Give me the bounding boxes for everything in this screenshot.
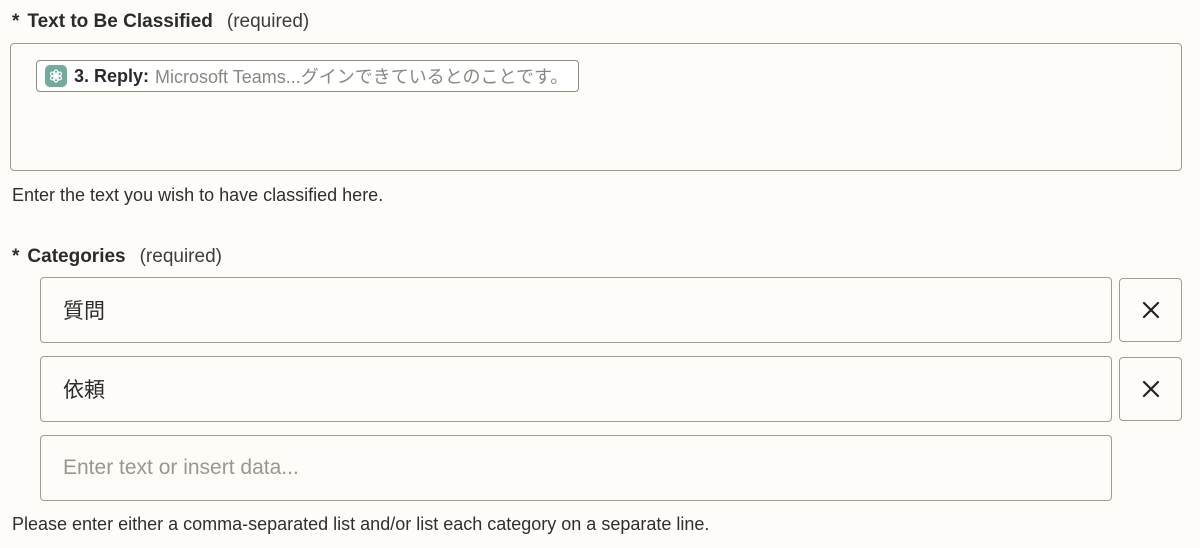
required-note: (required) [139, 246, 222, 267]
required-marker: * [12, 246, 20, 267]
close-icon [1142, 301, 1159, 319]
text-to-classify-input[interactable]: 3. Reply: Microsoft Teams...グインできているとのこと… [10, 43, 1182, 171]
text-field-label: * Text to Be Classified (required) [12, 10, 309, 34]
close-icon [1142, 380, 1159, 398]
categories-field-hint: Please enter either a comma-separated li… [12, 514, 710, 534]
required-marker: * [12, 11, 20, 32]
token-step-label: 3. Reply: [74, 65, 150, 86]
remove-category-button[interactable] [1119, 357, 1182, 421]
text-field-hint: Enter the text you wish to have classifi… [12, 185, 384, 205]
category-input[interactable]: 依頼 [40, 356, 1112, 422]
category-input[interactable]: 質問 [40, 277, 1112, 343]
data-token-pill[interactable]: 3. Reply: Microsoft Teams...グインできているとのこと… [36, 60, 580, 92]
text-field-label-name: Text to Be Classified [27, 11, 213, 32]
required-note: (required) [226, 11, 310, 32]
new-category-input[interactable]: Enter text or insert data... [40, 435, 1112, 501]
categories-field-label-name: Categories [27, 246, 126, 267]
categories-field-label: * Categories (required) [12, 245, 222, 269]
openai-icon [45, 65, 67, 87]
remove-category-button[interactable] [1119, 278, 1182, 342]
token-preview-text: Microsoft Teams...グインできているとのことです。 [155, 67, 569, 87]
